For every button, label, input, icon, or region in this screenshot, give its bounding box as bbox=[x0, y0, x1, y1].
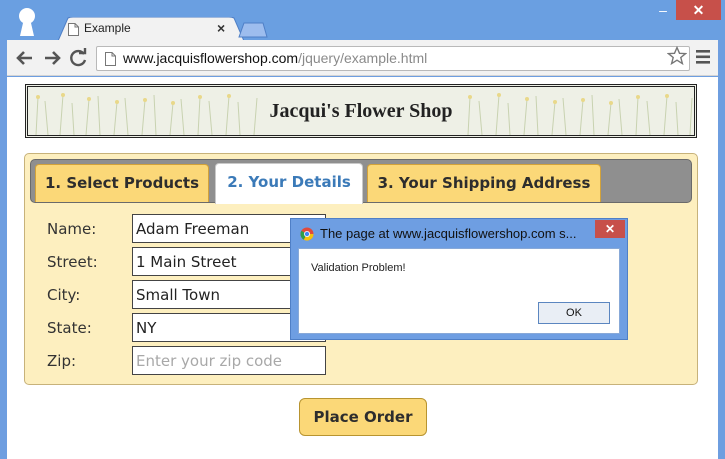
tab-strip: 1. Select Products 2. Your Details 3. Yo… bbox=[30, 159, 692, 204]
address-bar[interactable]: www.jacquisflowershop.com/jquery/example… bbox=[96, 46, 690, 71]
url-text[interactable]: www.jacquisflowershop.com/jquery/example… bbox=[123, 50, 427, 66]
url-host: www.jacquisflowershop.com bbox=[123, 50, 299, 66]
tab-shipping-address[interactable]: 3. Your Shipping Address bbox=[367, 164, 601, 202]
tab-title: Example bbox=[84, 21, 131, 35]
zip-field[interactable] bbox=[132, 346, 326, 375]
zip-label: Zip: bbox=[47, 352, 77, 370]
dialog-message: Validation Problem! bbox=[311, 262, 406, 274]
name-label: Name: bbox=[47, 220, 97, 238]
reload-icon[interactable] bbox=[66, 46, 90, 70]
alert-dialog: The page at www.jacquisflowershop.com s.… bbox=[290, 218, 628, 340]
page-icon bbox=[105, 52, 116, 66]
browser-tab[interactable]: Example × bbox=[58, 17, 244, 41]
browser-titlebar: Example × – ✕ bbox=[0, 0, 725, 41]
dialog-body: Validation Problem! OK bbox=[298, 248, 620, 334]
browser-toolbar: www.jacquisflowershop.com/jquery/example… bbox=[7, 40, 718, 76]
dialog-title: The page at www.jacquisflowershop.com s.… bbox=[320, 226, 577, 241]
dialog-ok-button[interactable]: OK bbox=[538, 302, 610, 324]
tab-select-products[interactable]: 1. Select Products bbox=[35, 164, 209, 202]
chrome-icon bbox=[300, 227, 314, 241]
window-minimize-button[interactable]: – bbox=[651, 2, 675, 22]
city-label: City: bbox=[47, 286, 81, 304]
url-path: /jquery/example.html bbox=[298, 50, 428, 66]
place-order-button[interactable]: Place Order bbox=[299, 398, 427, 436]
dialog-close-button[interactable]: ✕ bbox=[595, 220, 625, 238]
new-tab-button[interactable] bbox=[238, 22, 268, 38]
tab-your-details[interactable]: 2. Your Details bbox=[215, 163, 363, 204]
forward-arrow-icon[interactable] bbox=[40, 46, 64, 70]
menu-icon[interactable] bbox=[693, 47, 713, 67]
shop-title: Jacqui's Flower Shop bbox=[269, 100, 453, 122]
back-arrow-icon[interactable] bbox=[13, 46, 37, 70]
document-icon bbox=[68, 23, 79, 36]
shop-banner: Jacqui's Flower Shop bbox=[25, 84, 697, 138]
bookmark-star-icon[interactable] bbox=[667, 46, 687, 66]
street-label: Street: bbox=[47, 253, 98, 271]
profile-icon[interactable] bbox=[14, 6, 40, 36]
window-close-button[interactable]: ✕ bbox=[676, 0, 721, 20]
tab-close-icon[interactable]: × bbox=[217, 20, 225, 36]
state-label: State: bbox=[47, 319, 92, 337]
